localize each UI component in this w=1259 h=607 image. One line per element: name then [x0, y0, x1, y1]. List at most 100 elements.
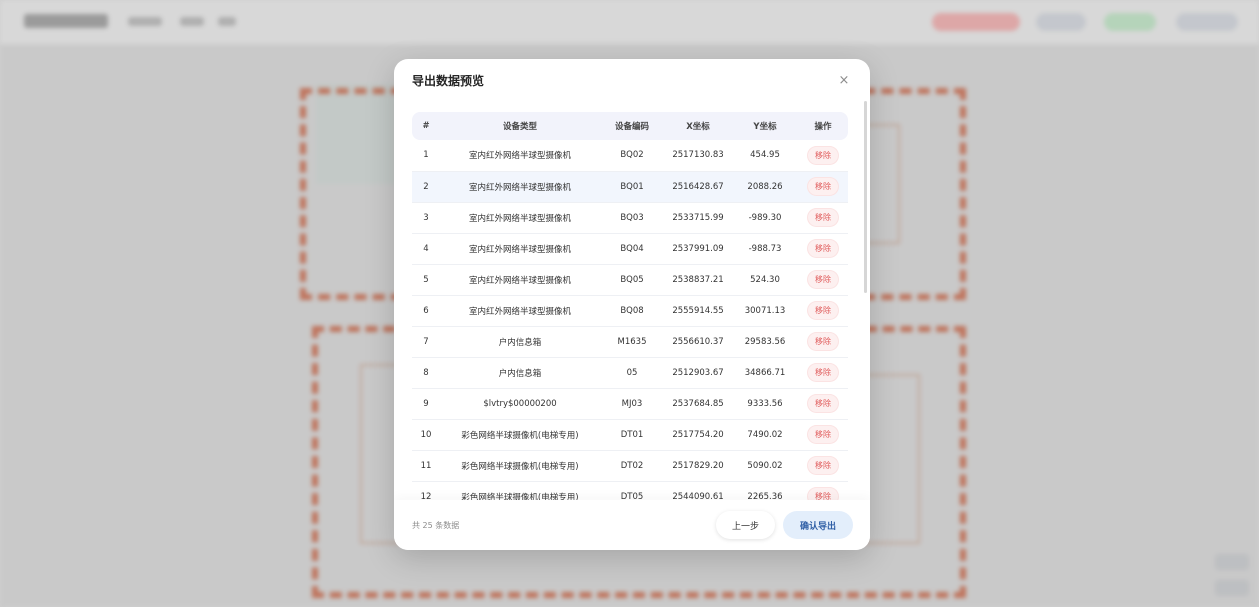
cell-index: 4 — [412, 233, 440, 265]
preview-table-container[interactable]: # 设备类型 设备编码 X坐标 Y坐标 操作 1 室内红外网络半球型摄像机 BQ02… — [412, 112, 848, 500]
cell-action: 移除 — [798, 357, 848, 389]
cell-device-type: 彩色网络半球摄像机(电梯专用) — [440, 450, 600, 482]
cell-device-type: 户内信息箱 — [440, 357, 600, 389]
cell-index: 9 — [412, 388, 440, 420]
table-row: 9 $lvtry$00000200 MJ03 2537684.85 9333.56 移除 — [412, 388, 848, 420]
table-row: 7 户内信息箱 M1635 2556610.37 29583.56 移除 — [412, 326, 848, 358]
cell-device-type: 室内红外网络半球型摄像机 — [440, 233, 600, 265]
dialog-footer: 共 25 条数据 上一步 确认导出 — [394, 500, 870, 550]
cell-index: 7 — [412, 326, 440, 358]
cell-x-coordinate: 2512903.67 — [664, 357, 732, 389]
cell-device-type: 室内红外网络半球型摄像机 — [440, 202, 600, 234]
cell-y-coordinate: 30071.13 — [732, 295, 798, 327]
column-header-y-coordinate: Y坐标 — [753, 122, 777, 132]
close-icon[interactable]: × — [836, 72, 852, 88]
cell-y-coordinate: 7490.02 — [732, 419, 798, 451]
remove-row-button[interactable]: 移除 — [808, 364, 838, 381]
remove-row-button[interactable]: 移除 — [808, 333, 838, 350]
confirm-export-button[interactable]: 确认导出 — [782, 511, 853, 539]
dialog-header: 导出数据预览 × — [394, 59, 870, 101]
table-row: 12 彩色网络半球摄像机(电梯专用) DT05 2544090.61 2265.36 移除 — [412, 481, 848, 500]
table-row: 1 室内红外网络半球型摄像机 BQ02 2517130.83 454.95 移除 — [412, 140, 848, 172]
cell-x-coordinate: 2556610.37 — [664, 326, 732, 358]
cell-index: 10 — [412, 419, 440, 451]
column-header-device-type: 设备类型 — [502, 122, 537, 132]
cell-y-coordinate: -988.73 — [732, 233, 798, 265]
cell-x-coordinate: 2533715.99 — [664, 202, 732, 234]
record-count: 共 25 条数据 — [412, 520, 460, 530]
cell-y-coordinate: 29583.56 — [732, 326, 798, 358]
remove-row-button[interactable]: 移除 — [808, 271, 838, 288]
cell-device-code: BQ04 — [600, 233, 664, 265]
footer-buttons: 上一步 确认导出 — [715, 511, 853, 539]
cell-x-coordinate: 2537991.09 — [664, 233, 732, 265]
cell-index: 2 — [412, 171, 440, 203]
cell-x-coordinate: 2517754.20 — [664, 419, 732, 451]
cell-device-code: 05 — [600, 357, 664, 389]
cell-device-type: 室内红外网络半球型摄像机 — [440, 171, 600, 203]
export-preview-dialog: 导出数据预览 × # 设备类型 设备编码 X坐标 Y坐标 操作 1 室内红外网络半… — [394, 59, 870, 550]
cell-action: 移除 — [798, 419, 848, 451]
cell-device-code: M1635 — [600, 326, 664, 358]
cell-action: 移除 — [798, 326, 848, 358]
cell-y-coordinate: 2265.36 — [732, 481, 798, 500]
remove-row-button[interactable]: 移除 — [808, 240, 838, 257]
cell-action: 移除 — [798, 481, 848, 500]
cell-action: 移除 — [798, 264, 848, 296]
table-row: 3 室内红外网络半球型摄像机 BQ03 2533715.99 -989.30 移除 — [412, 202, 848, 234]
table-row: 11 彩色网络半球摄像机(电梯专用) DT02 2517829.20 5090.02 移除 — [412, 450, 848, 482]
cell-index: 6 — [412, 295, 440, 327]
cell-x-coordinate: 2516428.67 — [664, 171, 732, 203]
cell-action: 移除 — [798, 450, 848, 482]
cell-x-coordinate: 2544090.61 — [664, 481, 732, 500]
cell-action: 移除 — [798, 388, 848, 420]
cell-index: 11 — [412, 450, 440, 482]
cell-y-coordinate: 2088.26 — [732, 171, 798, 203]
cell-x-coordinate: 2517829.20 — [664, 450, 732, 482]
cell-y-coordinate: -989.30 — [732, 202, 798, 234]
table-row: 6 室内红外网络半球型摄像机 BQ08 2555914.55 30071.13 移除 — [412, 295, 848, 327]
remove-row-button[interactable]: 移除 — [808, 426, 838, 443]
table-scrollbar[interactable] — [864, 101, 867, 293]
cell-device-type: 室内红外网络半球型摄像机 — [440, 295, 600, 327]
remove-row-button[interactable]: 移除 — [808, 395, 838, 412]
previous-step-button[interactable]: 上一步 — [715, 511, 775, 539]
table-row: 5 室内红外网络半球型摄像机 BQ05 2538837.21 524.30 移除 — [412, 264, 848, 296]
cell-device-code: BQ02 — [600, 140, 664, 172]
remove-row-button[interactable]: 移除 — [808, 146, 838, 164]
cell-x-coordinate: 2538837.21 — [664, 264, 732, 296]
cell-device-type: 室内红外网络半球型摄像机 — [440, 264, 600, 296]
cell-action: 移除 — [798, 202, 848, 234]
cell-action: 移除 — [798, 171, 848, 203]
cell-device-code: BQ01 — [600, 171, 664, 203]
cell-y-coordinate: 9333.56 — [732, 388, 798, 420]
cell-device-code: BQ08 — [600, 295, 664, 327]
remove-row-button[interactable]: 移除 — [808, 178, 838, 195]
cell-device-type: $lvtry$00000200 — [440, 388, 600, 420]
cell-index: 3 — [412, 202, 440, 234]
cell-device-code: DT02 — [600, 450, 664, 482]
cell-x-coordinate: 2555914.55 — [664, 295, 732, 327]
dialog-title: 导出数据预览 — [412, 73, 485, 88]
cell-index: 12 — [412, 481, 440, 500]
cell-device-type: 室内红外网络半球型摄像机 — [440, 140, 600, 172]
remove-row-button[interactable]: 移除 — [808, 302, 838, 319]
column-header-action: 操作 — [814, 122, 832, 132]
cell-action: 移除 — [798, 140, 848, 172]
cell-device-type: 户内信息箱 — [440, 326, 600, 358]
cell-device-type: 彩色网络半球摄像机(电梯专用) — [440, 419, 600, 451]
table-header-row: # 设备类型 设备编码 X坐标 Y坐标 操作 — [412, 112, 848, 140]
cell-index: 8 — [412, 357, 440, 389]
cell-action: 移除 — [798, 233, 848, 265]
cell-device-code: DT05 — [600, 481, 664, 500]
cell-x-coordinate: 2537684.85 — [664, 388, 732, 420]
cell-x-coordinate: 2517130.83 — [664, 140, 732, 172]
column-header-x-coordinate: X坐标 — [686, 122, 710, 132]
cell-index: 1 — [412, 140, 440, 172]
remove-row-button[interactable]: 移除 — [808, 209, 838, 226]
table-row: 10 彩色网络半球摄像机(电梯专用) DT01 2517754.20 7490.02 移除 — [412, 419, 848, 451]
cell-device-code: MJ03 — [600, 388, 664, 420]
remove-row-button[interactable]: 移除 — [808, 488, 838, 500]
cell-y-coordinate: 524.30 — [732, 264, 798, 296]
remove-row-button[interactable]: 移除 — [808, 457, 838, 474]
